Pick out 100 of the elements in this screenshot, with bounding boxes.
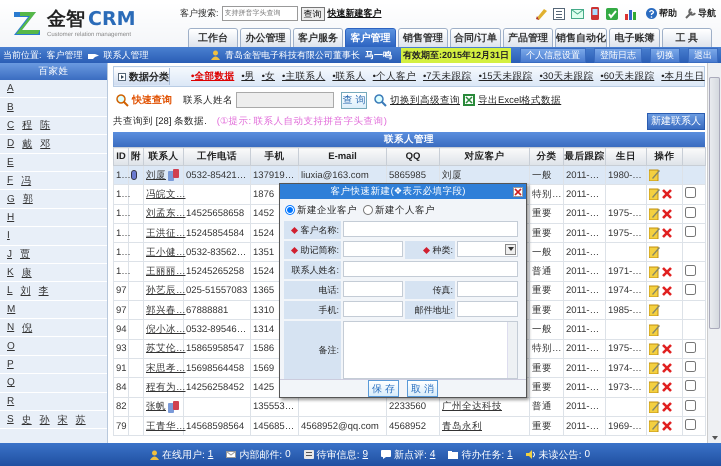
row-checkbox[interactable] (685, 361, 696, 372)
close-icon[interactable] (513, 186, 523, 196)
surname-link[interactable]: 康 (22, 266, 32, 280)
status-count-link[interactable]: 1 (507, 449, 513, 460)
edit-icon[interactable] (649, 342, 660, 355)
letter-link[interactable]: S (7, 414, 14, 426)
quick-create-link[interactable]: 快速新建客户 (328, 7, 382, 20)
surname-link[interactable]: 苏 (76, 412, 86, 427)
advanced-search-link[interactable]: 切换到高级查询 (390, 94, 460, 106)
radio-label[interactable]: 新建个人客户 (375, 204, 435, 216)
edit-icon[interactable] (649, 208, 660, 220)
edit-icon[interactable] (649, 284, 660, 297)
letter-link[interactable]: P (7, 359, 14, 370)
delete-icon[interactable] (662, 344, 672, 354)
nav-tab[interactable]: 客户服务 (292, 28, 344, 47)
mobile-icon[interactable] (168, 400, 179, 413)
surname-link[interactable]: 戴 (22, 136, 32, 151)
delete-icon[interactable] (662, 208, 672, 219)
category-filter[interactable]: •男 (241, 70, 255, 83)
surname-link[interactable]: 贾 (20, 247, 30, 262)
delete-icon[interactable] (662, 228, 672, 238)
letter-link[interactable]: F (7, 175, 14, 186)
letter-link[interactable]: G (7, 194, 15, 205)
row-checkbox[interactable] (685, 206, 696, 218)
category-filter[interactable]: •15天未跟踪 (478, 70, 532, 83)
category-filter[interactable]: •7天未跟踪 (422, 70, 472, 83)
export-link[interactable]: 导出Excel格式数据 (478, 94, 562, 106)
surname-link[interactable]: 冯 (21, 174, 32, 188)
row-checkbox[interactable] (685, 400, 696, 411)
mail-icon[interactable] (571, 8, 584, 19)
category-filter[interactable]: •主联系人 (282, 70, 326, 83)
letter-link[interactable]: H (7, 212, 14, 223)
edit-icon[interactable] (649, 362, 660, 374)
radio-label[interactable]: 新建企业客户 (297, 204, 357, 216)
edit-icon[interactable] (649, 169, 660, 182)
delete-icon[interactable] (662, 363, 672, 374)
letter-link[interactable]: A (7, 83, 14, 94)
list-icon[interactable] (553, 8, 565, 20)
letter-link[interactable]: E (7, 156, 14, 168)
radio-button[interactable] (285, 205, 295, 215)
type-select[interactable] (457, 241, 518, 257)
surname-link[interactable]: 孙 (40, 412, 50, 427)
radio-button[interactable] (363, 205, 373, 215)
edit-icon[interactable] (649, 266, 660, 278)
nav-tab[interactable]: 合同/订单 (450, 28, 501, 47)
category-filter[interactable]: •60天未跟踪 (600, 70, 654, 83)
surname-link[interactable]: 程 (22, 118, 32, 132)
nav-tab[interactable]: 销售管理 (398, 28, 448, 47)
category-filter[interactable]: •全部数据 (191, 70, 234, 83)
letter-link[interactable]: I (7, 230, 10, 242)
edit-icon[interactable] (649, 304, 660, 316)
letter-link[interactable]: K (7, 267, 14, 278)
mobile-icon[interactable] (168, 169, 179, 182)
delete-icon[interactable] (662, 421, 672, 431)
text-field[interactable] (343, 281, 403, 297)
phone-icon[interactable] (590, 7, 600, 20)
new-contact-button[interactable]: 新建联系人 (647, 112, 705, 130)
delete-icon[interactable] (662, 382, 672, 392)
breadcrumb-item[interactable]: 联系人管理 (104, 48, 149, 62)
status-count-link[interactable]: 4 (430, 449, 436, 460)
nav-tab[interactable]: 销售自动化 (555, 28, 608, 47)
nav-tab[interactable]: 电子账簿 (609, 28, 660, 47)
status-count-link[interactable]: 1 (208, 449, 214, 460)
notes-field[interactable] (343, 321, 518, 379)
dialog-button[interactable]: 取 消 (407, 380, 438, 397)
help-link[interactable]: 帮助 (659, 7, 677, 20)
surname-link[interactable]: 倪 (22, 320, 32, 335)
surname-link[interactable]: 史 (22, 412, 32, 427)
letter-link[interactable]: R (7, 396, 14, 407)
edit-icon[interactable] (649, 227, 660, 240)
edit-icon[interactable] (649, 324, 660, 336)
row-checkbox[interactable] (685, 419, 696, 430)
letter-link[interactable]: J (7, 248, 12, 260)
edit-icon[interactable] (649, 420, 660, 432)
letter-link[interactable]: Q (7, 377, 15, 388)
delete-icon[interactable] (662, 266, 672, 277)
delete-icon[interactable] (662, 189, 672, 200)
surname-link[interactable]: 宋 (58, 412, 68, 427)
nav-tab[interactable]: 工 具 (662, 28, 712, 47)
text-field[interactable] (343, 261, 518, 277)
nav-tab[interactable]: 办公管理 (240, 28, 291, 47)
text-field[interactable] (457, 301, 518, 317)
row-checkbox[interactable] (685, 284, 696, 295)
letter-link[interactable]: B (7, 102, 14, 113)
bar-chart-icon[interactable] (624, 8, 637, 20)
surname-link[interactable]: 陈 (40, 118, 50, 132)
pencil-icon[interactable] (535, 8, 547, 20)
row-checkbox[interactable] (685, 226, 696, 238)
letter-link[interactable]: D (7, 138, 14, 150)
wrench-icon[interactable] (685, 8, 696, 19)
edit-icon[interactable] (649, 400, 660, 413)
delete-icon[interactable] (662, 402, 672, 412)
letter-link[interactable]: L (7, 285, 13, 296)
letter-link[interactable]: M (7, 304, 16, 315)
category-filter[interactable]: •联系人 (332, 70, 366, 83)
category-filter[interactable]: •个人客户 (372, 70, 416, 83)
row-checkbox[interactable] (685, 187, 696, 198)
row-checkbox[interactable] (685, 342, 696, 353)
text-field[interactable] (343, 241, 403, 257)
search-button[interactable]: 查询 (300, 6, 325, 20)
